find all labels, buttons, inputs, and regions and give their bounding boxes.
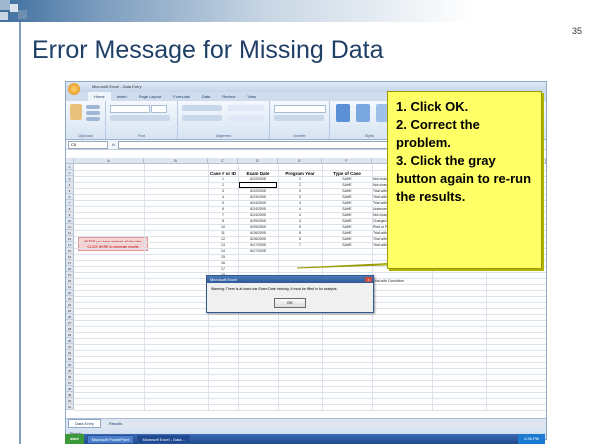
taskbar-item-powerpoint[interactable]: Microsoft PowerPoint [86,434,135,444]
merge-center-icon[interactable] [228,115,264,121]
office-button-icon[interactable] [68,83,80,95]
ribbon-tab-home[interactable]: Home [88,92,111,101]
dialog-message: Warning: There is at least one Exam Date… [211,287,338,291]
ribbon-group-font: Font [106,101,178,139]
row-number[interactable]: 41 [66,404,74,410]
wrap-text-icon[interactable] [228,105,264,111]
fx-icon[interactable]: fx [112,142,115,147]
start-button[interactable]: start [65,434,84,444]
decor-square [0,12,8,20]
copy-icon[interactable] [86,111,100,115]
decor-square [0,0,10,10]
gridline [74,410,546,411]
decor-square [18,10,27,19]
taskbar-item-excel[interactable]: Microsoft Excel - Data... [137,434,190,444]
gridline [144,164,145,410]
ribbon-tab-formulas[interactable]: Formulas [167,92,196,101]
ribbon-tab-data[interactable]: Data [196,92,216,101]
font-format-buttons-icon[interactable] [110,115,170,121]
column-header[interactable]: B [144,158,208,164]
align-buttons-icon[interactable] [182,105,222,111]
format-as-table-icon[interactable] [356,104,370,122]
paste-icon[interactable] [70,104,82,120]
column-header[interactable]: F [322,158,372,164]
ribbon-group-label: Font [137,134,145,138]
column-header[interactable]: C [208,158,238,164]
format-painter-icon[interactable] [86,117,100,121]
taskbar: start Microsoft PowerPoint Microsoft Exc… [65,434,545,444]
sheet-tab-results[interactable]: Results [103,420,128,427]
conditional-formatting-icon[interactable] [336,104,350,122]
dialog-title-bar: Microsoft Excel x [207,276,373,283]
ribbon-group-label: Alignment [215,134,232,138]
column-header[interactable]: E [278,158,322,164]
callout-text: 1. Click OK. 2. Correct the problem. 3. … [396,99,532,204]
ribbon-tab-insert[interactable]: Insert [111,92,133,101]
number-format-buttons-icon[interactable] [274,115,324,121]
ribbon-group-number: Number [270,101,330,139]
ribbon-tab-page-layout[interactable]: Page Layout [133,92,167,101]
close-icon[interactable]: x [365,277,372,282]
sheet-tab-data-entry[interactable]: Data Entry [68,419,101,428]
dialog-title: Microsoft Excel [210,277,238,282]
sheet-tabs-bar: Data Entry Results [66,418,546,428]
excel-window-title: Microsoft Excel - Data Entry [92,84,142,89]
ribbon-group-label: Number [293,134,306,138]
system-tray-clock: 4:36 PM [518,434,545,444]
slide-number: 35 [571,26,582,36]
slide-header-band [0,0,592,22]
column-header[interactable]: A [74,158,144,164]
gridline [546,164,547,410]
ribbon-group-alignment: Alignment [178,101,270,139]
ribbon-group-clipboard: Clipboard [66,101,106,139]
instruction-callout: 1. Click OK. 2. Correct the problem. 3. … [387,91,542,269]
table-cell[interactable]: Trial with Conviction [373,278,431,284]
number-format-select[interactable] [274,105,326,113]
slide-left-rule [19,22,21,444]
indent-buttons-icon[interactable] [182,115,222,121]
font-size-select[interactable] [151,105,167,113]
cut-icon[interactable] [86,105,100,109]
warning-dialog: Microsoft Excel x Warning: There is at l… [206,275,374,313]
column-header[interactable]: D [238,158,278,164]
font-name-select[interactable] [110,105,150,113]
ribbon-tab-review[interactable]: Review [216,92,241,101]
slide-title: Error Message for Missing Data [32,36,384,64]
decor-square [10,4,18,12]
ribbon-group-label: Clipboard [78,134,93,138]
name-box[interactable]: C5 [68,140,108,149]
ribbon-tab-view[interactable]: View [241,92,262,101]
ok-button[interactable]: OK [274,298,306,308]
